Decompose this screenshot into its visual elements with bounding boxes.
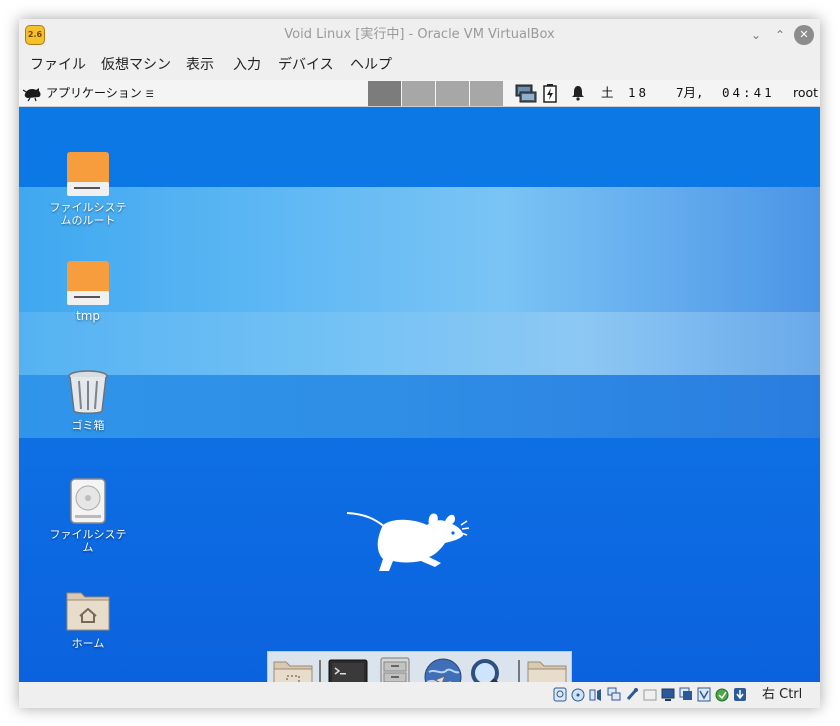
- menu-help[interactable]: ヘルプ: [350, 51, 392, 79]
- mouse-integration-icon[interactable]: [715, 687, 729, 702]
- dock-separator: [518, 660, 520, 682]
- guest-desktop[interactable]: ファイルシステ ムのルート tmp ゴミ箱 ファイルシステ ム ホーム: [19, 107, 820, 682]
- close-button[interactable]: ✕: [794, 25, 814, 45]
- workspace-1[interactable]: [368, 81, 401, 106]
- virtualbox-window: 2.6 Void Linux [実行中] - Oracle VM Virtual…: [19, 19, 820, 708]
- clock-day: 18: [628, 85, 650, 100]
- desktop-icon-label: ホーム: [71, 637, 105, 650]
- optical-drive-icon[interactable]: [571, 687, 585, 702]
- clock-weekday: 土: [601, 85, 614, 100]
- display-icon[interactable]: [661, 687, 675, 702]
- show-desktop-icon[interactable]: [272, 656, 314, 682]
- menu-devices[interactable]: デバイス: [278, 51, 334, 79]
- menu-input[interactable]: 入力: [233, 51, 261, 79]
- user-menu[interactable]: root: [793, 80, 818, 106]
- minimize-button[interactable]: ⌄: [746, 25, 766, 45]
- desktop-icon-label: ファイルシステ ムのルート: [49, 201, 127, 227]
- notification-bell-icon[interactable]: [571, 85, 585, 101]
- desktop-icon-label: ファイルシステム: [49, 528, 127, 554]
- trash-icon: [65, 369, 111, 415]
- recording-icon[interactable]: [679, 687, 693, 702]
- xfce-dock: [267, 651, 572, 682]
- workspace-3[interactable]: [436, 81, 469, 106]
- vm-status-bar: 右 Ctrl: [19, 682, 820, 708]
- virtualization-icon[interactable]: [697, 687, 711, 702]
- title-bar[interactable]: 2.6 Void Linux [実行中] - Oracle VM Virtual…: [19, 19, 820, 51]
- harddisk-icon: [65, 478, 111, 524]
- keyboard-icon[interactable]: [733, 687, 747, 702]
- shared-folders-icon[interactable]: [643, 687, 657, 702]
- search-icon[interactable]: [468, 656, 510, 682]
- applications-menu-suffix: ☰: [145, 90, 154, 100]
- wallpaper-band: [19, 312, 820, 375]
- xfce-mouse-logo: [346, 512, 470, 571]
- wallpaper-band: [19, 375, 820, 438]
- xfce-mouse-icon[interactable]: [23, 84, 43, 102]
- maximize-button[interactable]: ⌃: [770, 25, 790, 45]
- file-manager-icon[interactable]: [374, 656, 416, 682]
- clock-month: 7月,: [676, 85, 704, 100]
- desktop-icon-home[interactable]: ホーム: [43, 587, 133, 650]
- audio-icon[interactable]: [589, 687, 603, 702]
- desktop-icon-filesystem-root[interactable]: ファイルシステ ムのルート: [43, 151, 133, 227]
- terminal-icon[interactable]: [327, 656, 369, 682]
- workspace-2[interactable]: [402, 81, 435, 106]
- hard-disk-icon[interactable]: [553, 687, 567, 702]
- desktop-icon-label: ゴミ箱: [71, 419, 105, 432]
- host-key-label[interactable]: 右 Ctrl: [762, 682, 802, 708]
- clock-time[interactable]: 04:41: [722, 80, 775, 106]
- window-title: Void Linux [実行中] - Oracle VM VirtualBox: [284, 27, 555, 42]
- desktop-icon-filesystem[interactable]: ファイルシステム: [43, 478, 133, 554]
- menu-view[interactable]: 表示: [186, 51, 214, 79]
- web-browser-icon[interactable]: [421, 656, 463, 682]
- desktop-icon-trash[interactable]: ゴミ箱: [43, 369, 133, 432]
- network-icon[interactable]: [607, 687, 621, 702]
- dock-separator: [319, 660, 321, 682]
- desktop-icon-tmp[interactable]: tmp: [43, 260, 133, 323]
- drive-orange-icon: [65, 260, 111, 306]
- workspace-4[interactable]: [470, 81, 503, 106]
- applications-menu-button[interactable]: アプリケーション ☰: [46, 80, 154, 106]
- usb-icon[interactable]: [625, 687, 639, 702]
- home-folder-icon: [65, 587, 111, 633]
- applications-menu-label: アプリケーション: [46, 86, 142, 100]
- xfce-top-panel: アプリケーション ☰ 土 18 7月, 04:41 root: [19, 80, 820, 107]
- menu-bar: ファイル 仮想マシン 表示 入力 デバイス ヘルプ: [19, 51, 820, 79]
- folder-icon[interactable]: [526, 656, 568, 682]
- network-icon[interactable]: [515, 84, 537, 103]
- wallpaper-band: [19, 107, 820, 187]
- desktop-icon-label: tmp: [75, 309, 100, 323]
- menu-machine[interactable]: 仮想マシン: [101, 51, 171, 79]
- menu-file[interactable]: ファイル: [30, 51, 86, 79]
- wallpaper-band: [19, 187, 820, 312]
- drive-orange-icon: [65, 151, 111, 197]
- battery-icon[interactable]: [543, 84, 557, 103]
